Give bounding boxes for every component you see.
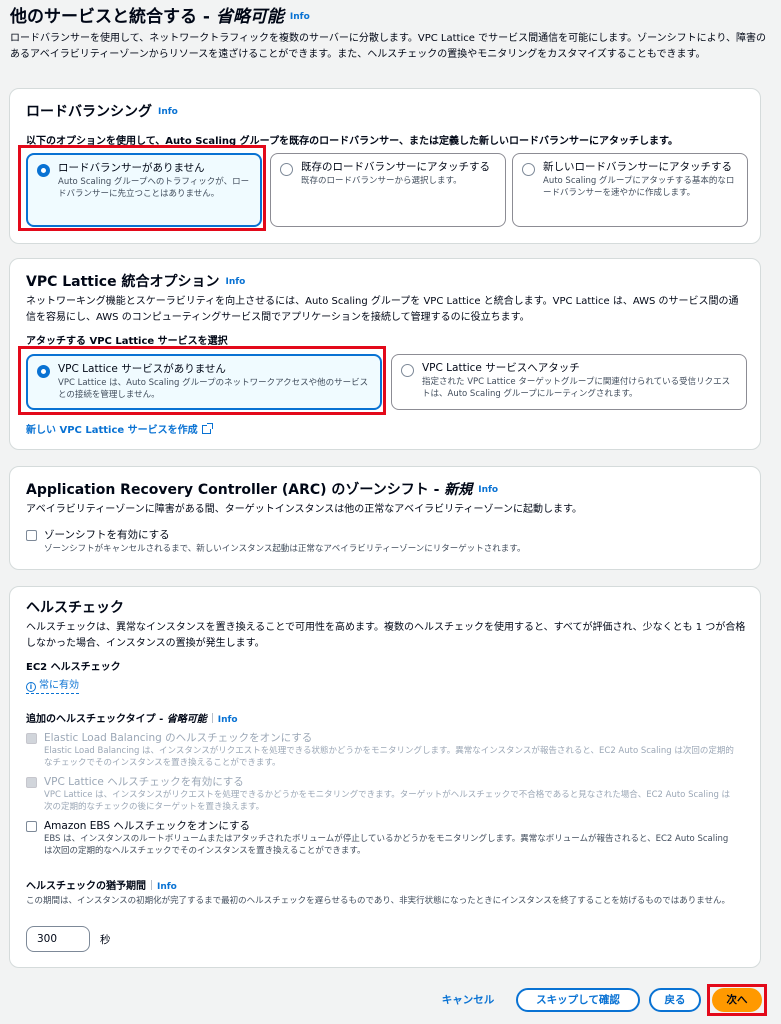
radio-existing-load-balancer[interactable] <box>280 163 293 176</box>
load-balancing-subheading: 以下のオプションを使用して、Auto Scaling グループを既存のロードバラ… <box>26 136 678 147</box>
arc-panel: Application Recovery Controller (ARC) のゾ… <box>9 466 761 570</box>
cancel-button[interactable]: キャンセル <box>430 990 506 1014</box>
arc-title: Application Recovery Controller (ARC) のゾ… <box>26 482 499 498</box>
arc-info-link[interactable]: Info <box>478 485 498 495</box>
back-button[interactable]: 戻る <box>649 988 701 1012</box>
load-balancing-panel: ロードバランシング Info 以下のオプションを使用して、Auto Scaling… <box>9 88 761 244</box>
option-attach-vpc-lattice[interactable]: VPC Lattice サービスへアタッチ 指定された VPC Lattice … <box>391 354 747 410</box>
zonal-shift-checkbox[interactable] <box>26 530 37 541</box>
grace-period-description: この期間は、インスタンスの初期化が完了するまで最初のヘルスチェックを遅らせるもの… <box>26 896 730 906</box>
vpc-lattice-health-check-checkbox[interactable] <box>26 777 37 788</box>
elb-health-check-description: Elastic Load Balancing は、インスタンスがリクエストを処理… <box>44 746 734 768</box>
ebs-health-check-label: Amazon EBS ヘルスチェックをオンにする <box>44 820 251 832</box>
grace-period-info-link[interactable]: Info <box>157 882 177 892</box>
option-existing-load-balancer[interactable]: 既存のロードバランサーにアタッチする 既存のロードバランサーから選択します。 <box>270 153 506 227</box>
page: 他のサービスと統合する - 省略可能 Info ロードバランサーを使用して、ネット… <box>0 0 781 1024</box>
vpc-lattice-health-check-description: VPC Lattice は、インスタンスがリクエストを処理できるかどうかをモニタ… <box>44 790 731 812</box>
create-vpc-lattice-link[interactable]: 新しい VPC Lattice サービスを作成 <box>26 421 213 436</box>
skip-to-review-button[interactable]: スキップして確認 <box>516 988 640 1012</box>
info-circle-icon: i <box>26 682 36 692</box>
grace-period-heading: ヘルスチェックの猶予期間 Info <box>26 880 177 892</box>
next-button[interactable]: 次へ <box>712 988 762 1012</box>
radio-no-load-balancer[interactable] <box>37 164 50 177</box>
radio-new-load-balancer[interactable] <box>522 163 535 176</box>
health-check-panel: ヘルスチェック ヘルスチェックは、異常なインスタンスを置き換えることで可用性を高… <box>9 586 761 968</box>
elb-health-check-label: Elastic Load Balancing のヘルスチェックをオンにする <box>44 732 313 744</box>
info-link[interactable]: Info <box>290 12 310 22</box>
additional-info-link[interactable]: Info <box>218 715 238 725</box>
page-title: 他のサービスと統合する - 省略可能 Info <box>10 7 310 27</box>
optional-label: 省略可能 <box>215 7 284 27</box>
additional-health-check-heading: 追加のヘルスチェックタイプ - 省略可能 Info <box>26 713 238 725</box>
load-balancing-info-link[interactable]: Info <box>158 107 178 117</box>
ec2-health-check-heading: EC2 ヘルスチェック <box>26 662 121 673</box>
always-on-indicator[interactable]: i 常に有効 <box>26 679 79 694</box>
divider <box>211 713 213 723</box>
divider <box>151 880 152 890</box>
zonal-shift-description: ゾーンシフトがキャンセルされるまで、新しいインスタンス起動は正常なアベイラビリテ… <box>44 544 526 554</box>
vpc-lattice-info-link[interactable]: Info <box>225 277 245 287</box>
vpc-lattice-panel: VPC Lattice 統合オプション Info ネットワーキング機能とスケーラビ… <box>9 258 761 450</box>
new-label: 新規 <box>444 482 473 498</box>
health-check-title: ヘルスチェック <box>26 600 124 616</box>
external-link-icon <box>201 423 213 434</box>
arc-description: アベイラビリティーゾーンに障害がある間、ターゲットインスタンスは他の正常なアベイ… <box>26 504 582 515</box>
vpc-lattice-title: VPC Lattice 統合オプション Info <box>26 274 246 290</box>
vpc-lattice-subheading: アタッチする VPC Lattice サービスを選択 <box>26 336 228 347</box>
radio-no-vpc-lattice[interactable] <box>37 365 50 378</box>
health-check-description: ヘルスチェックは、異常なインスタンスを置き換えることで可用性を高めます。複数のヘ… <box>26 622 746 649</box>
header-description: ロードバランサーを使用して、ネットワークトラフィックを複数のサーバーに分散します… <box>10 33 766 60</box>
vpc-lattice-description: ネットワーキング機能とスケーラビリティを向上させるには、Auto Scaling… <box>26 296 739 323</box>
ebs-health-check-description: EBS は、インスタンスのルートボリュームまたはアタッチされたボリュームが停止し… <box>44 834 729 856</box>
grace-period-input[interactable] <box>26 926 90 952</box>
radio-attach-vpc-lattice[interactable] <box>401 364 414 377</box>
option-new-load-balancer[interactable]: 新しいロードバランサーにアタッチする Auto Scaling グループにアタッ… <box>512 153 748 227</box>
vpc-lattice-health-check-label: VPC Lattice ヘルスチェックを有効にする <box>44 776 244 788</box>
elb-health-check-checkbox[interactable] <box>26 733 37 744</box>
option-no-vpc-lattice[interactable]: VPC Lattice サービスがありません VPC Lattice は、Aut… <box>26 354 382 410</box>
zonal-shift-label: ゾーンシフトを有効にする <box>44 529 170 541</box>
ebs-health-check-checkbox[interactable] <box>26 821 37 832</box>
load-balancing-title: ロードバランシング Info <box>26 104 178 120</box>
header: 他のサービスと統合する - 省略可能 Info ロードバランサーを使用して、ネット… <box>10 6 771 63</box>
option-no-load-balancer[interactable]: ロードバランサーがありません Auto Scaling グループへのトラフィック… <box>26 153 262 227</box>
grace-period-unit: 秒 <box>100 934 111 946</box>
